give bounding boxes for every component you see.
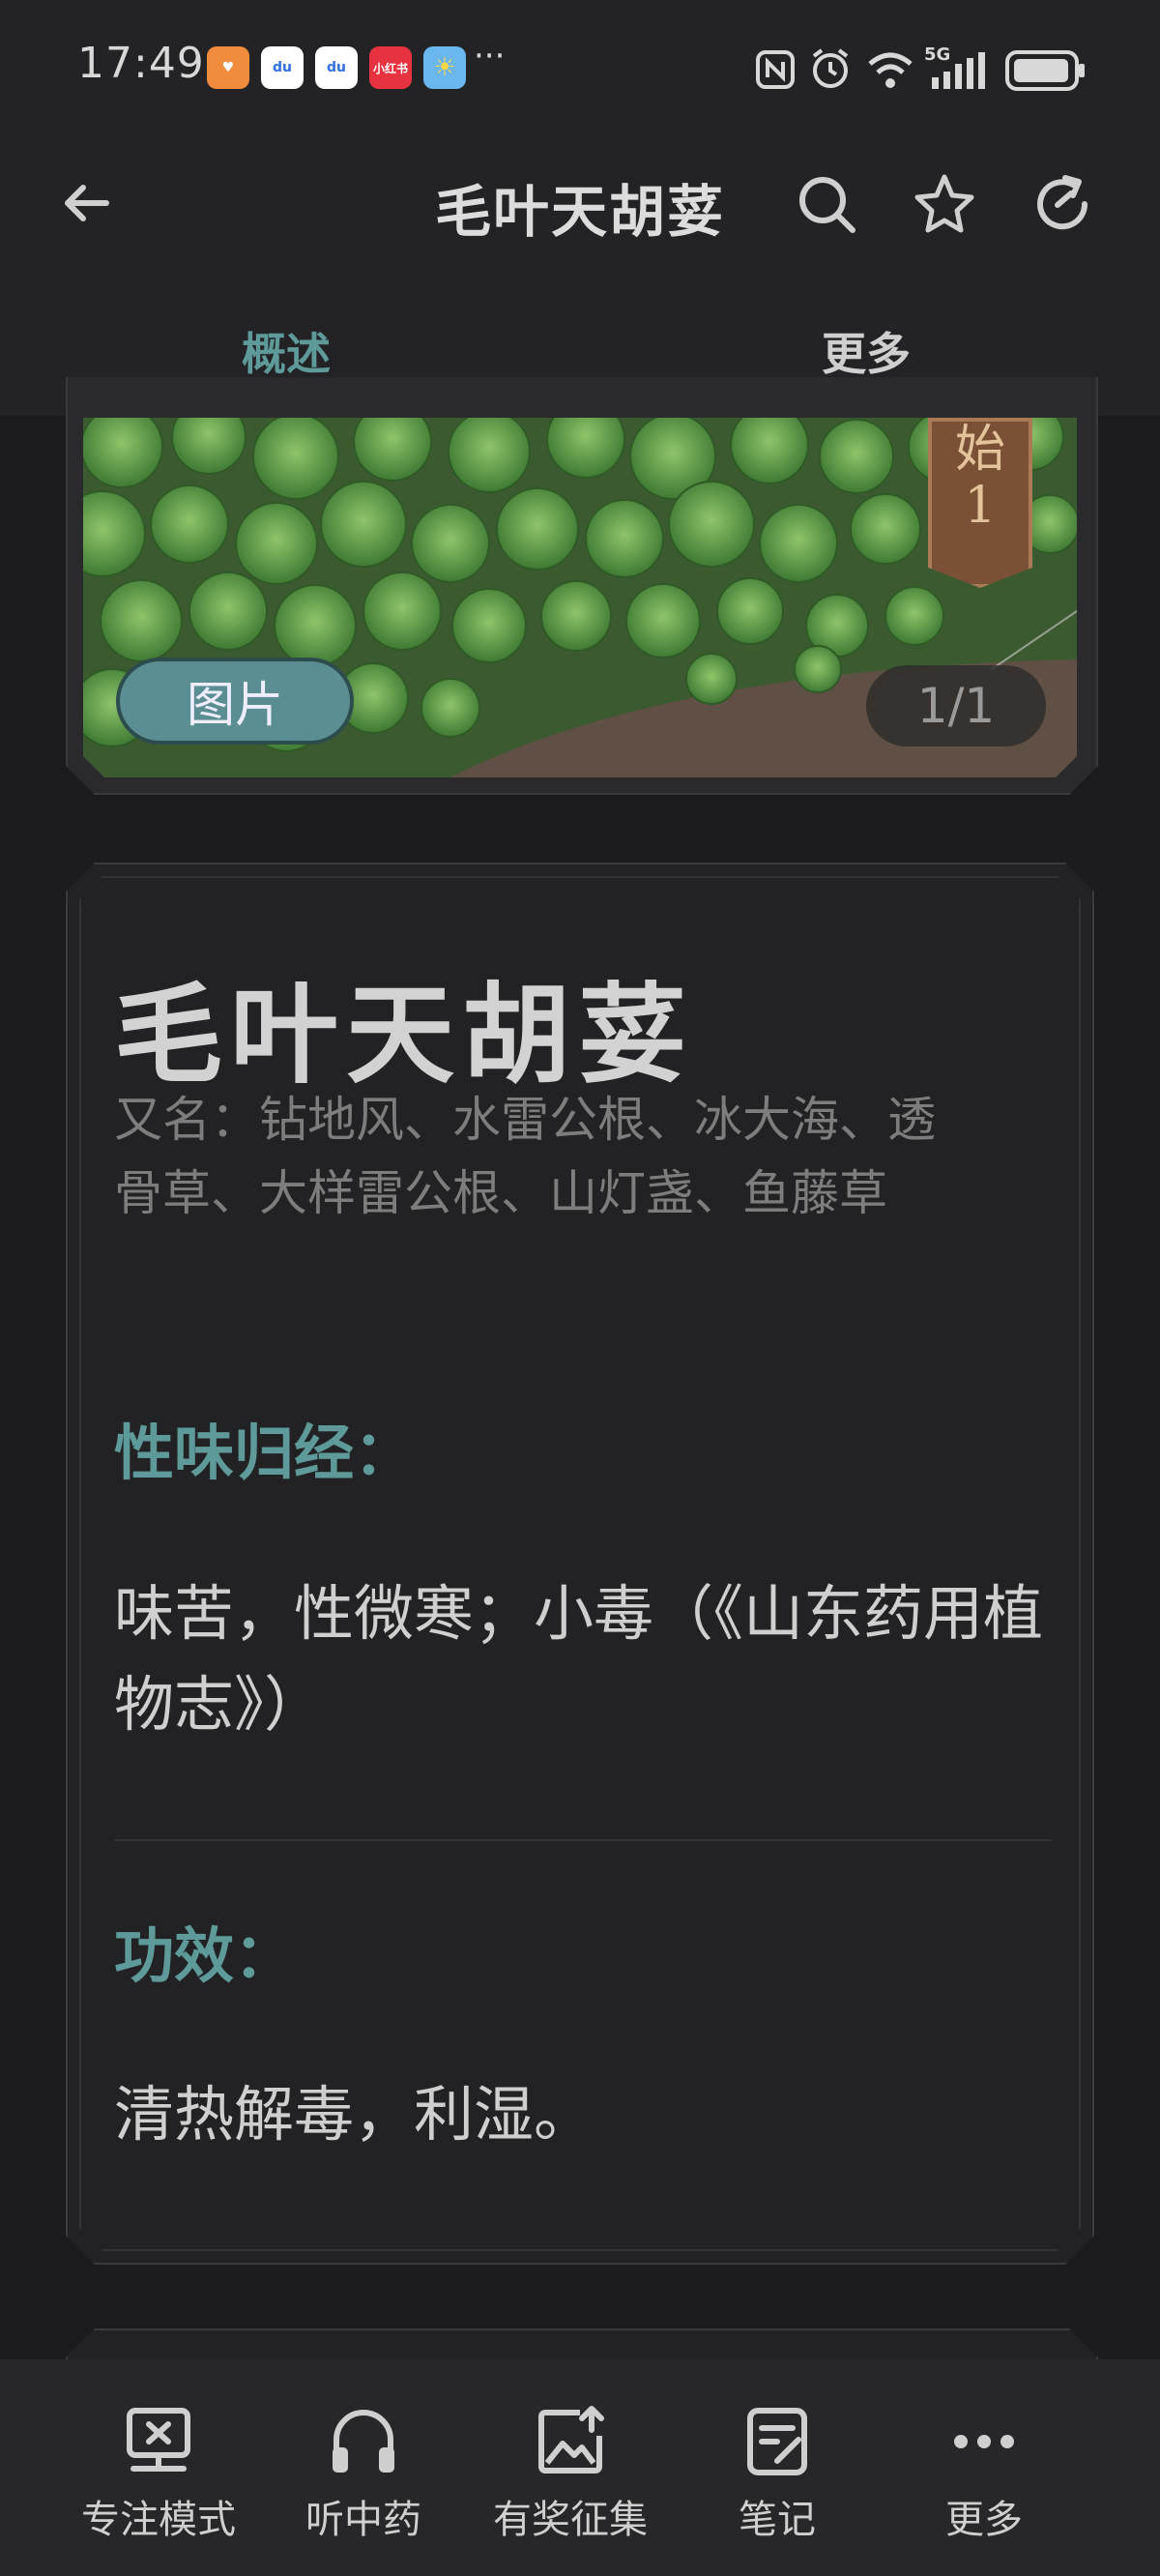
section-body-properties: 味苦，性微寒；小毒（《山东药用植物志》） (114, 1578, 1044, 1740)
focus-mode-icon (127, 2408, 190, 2472)
refresh-icon[interactable] (1030, 172, 1094, 236)
note-icon (747, 2408, 807, 2475)
status-time: 17:49 (77, 39, 205, 88)
heart-app-icon: ♥ (207, 46, 249, 89)
image-label-button[interactable]: 图片 (116, 658, 354, 745)
headphones-icon (333, 2410, 394, 2473)
ribbon-badge: 始1 (928, 418, 1032, 588)
nfc-icon (756, 50, 795, 89)
section-divider (114, 1839, 1052, 1841)
baidu-app-icon: du (261, 46, 304, 89)
bottom-nav-label: 更多 (945, 2498, 1023, 2542)
tab-overview[interactable]: 概述 (242, 319, 331, 383)
bottom-nav-label: 有奖征集 (493, 2498, 648, 2542)
bottom-nav-notes[interactable]: 笔记 (681, 2403, 874, 2544)
bottom-nav-more[interactable]: 更多 (887, 2403, 1081, 2544)
more-notifications-icon: ··· (474, 37, 506, 75)
favorite-star-icon[interactable] (913, 172, 976, 236)
signal-icon (932, 52, 985, 89)
xiaohongshu-app-icon: 小红书 (369, 46, 412, 89)
bottom-nav-focus-mode[interactable]: 专注模式 (62, 2403, 255, 2544)
tab-more[interactable]: 更多 (822, 319, 911, 383)
section-title-efficacy: 功效： (114, 1920, 295, 1991)
alarm-icon (812, 48, 849, 88)
wifi-icon (868, 52, 913, 88)
search-icon[interactable] (795, 172, 858, 236)
herb-aliases: 又名：钻地风、水雷公根、冰大海、透骨草、大样雷公根、山灯盏、鱼藤草 (114, 1092, 936, 1221)
bottom-nav-contest[interactable]: 有奖征集 (474, 2403, 667, 2544)
bottom-nav-label: 笔记 (739, 2498, 816, 2542)
herb-name: 毛叶天胡荽 (114, 972, 694, 1098)
bottom-nav-label: 听中药 (305, 2498, 421, 2542)
baidu-app-icon-2: du (315, 46, 358, 89)
bottom-nav-label: 专注模式 (81, 2498, 236, 2542)
battery-icon (1005, 50, 1085, 91)
section-body-efficacy: 清热解毒，利湿。 (114, 2079, 594, 2150)
bottom-nav-listen[interactable]: 听中药 (267, 2403, 460, 2544)
image-counter: 1/1 (866, 665, 1046, 746)
section-title-properties: 性味归经： (114, 1418, 415, 1488)
more-dots-icon (954, 2435, 1014, 2448)
page-title: 毛叶天胡荽 (434, 179, 725, 245)
weather-app-icon: ☀ (423, 46, 466, 89)
image-upload-icon (538, 2406, 604, 2474)
